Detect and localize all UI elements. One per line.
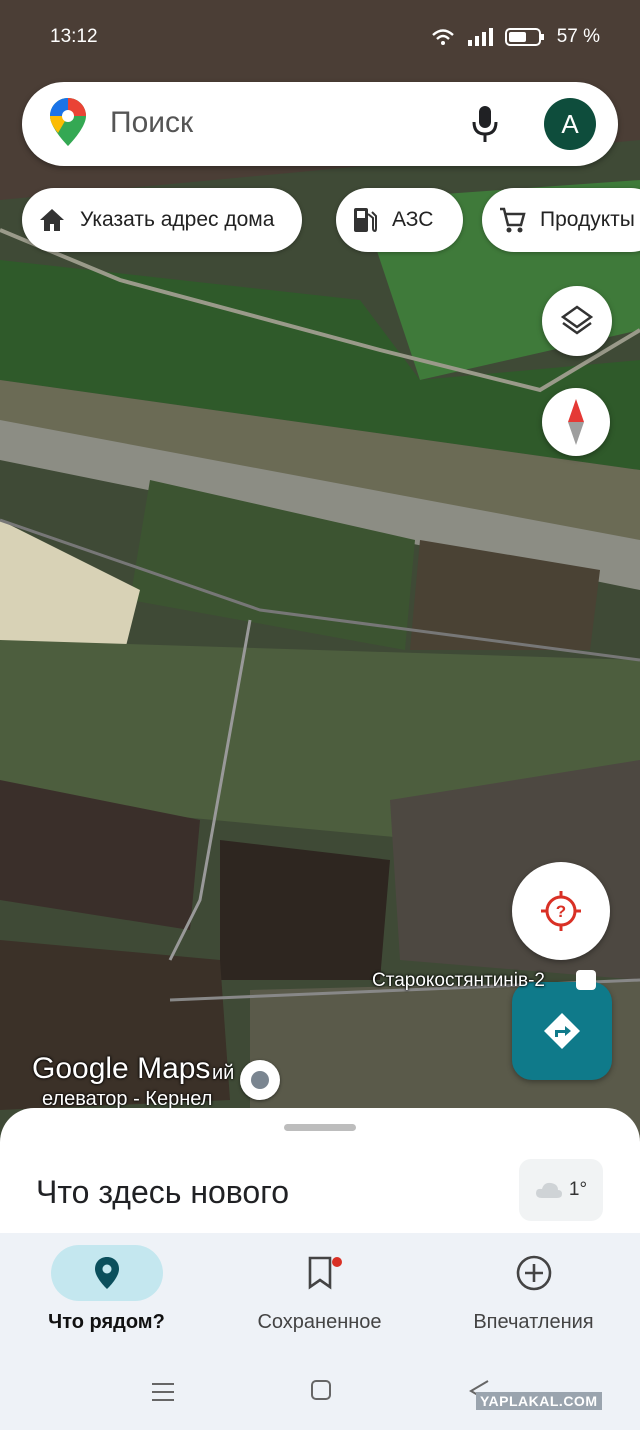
- recent-apps-icon[interactable]: [150, 1381, 176, 1403]
- nav-label: Что рядом?: [48, 1311, 165, 1333]
- signal-icon: [467, 28, 493, 46]
- nav-contribute[interactable]: Впечатления: [427, 1233, 640, 1353]
- poi-marker-icon[interactable]: [240, 1060, 280, 1100]
- place-label[interactable]: Старокостянтинів-2: [372, 970, 545, 992]
- home-nav-icon[interactable]: [310, 1379, 332, 1401]
- train-station-icon[interactable]: [576, 970, 596, 990]
- bottom-sheet[interactable]: Что здесь нового 1°: [0, 1108, 640, 1248]
- layers-icon: [560, 305, 594, 335]
- nav-label: Впечатления: [473, 1311, 594, 1333]
- cart-icon: [500, 207, 526, 233]
- status-time: 13:12: [50, 26, 98, 47]
- battery-icon: [504, 28, 544, 46]
- gas-station-icon: [354, 208, 377, 233]
- compass-button[interactable]: [542, 388, 610, 456]
- chip-label: Продукты: [540, 208, 635, 231]
- directions-button[interactable]: [512, 982, 612, 1080]
- status-bar: 13:12 57 %: [0, 0, 640, 70]
- search-input[interactable]: Поиск: [110, 106, 193, 140]
- weather-chip[interactable]: 1°: [519, 1159, 603, 1221]
- location-unknown-icon: ?: [541, 891, 581, 931]
- cloud-icon: [535, 1182, 562, 1198]
- google-maps-watermark: Google Maps: [32, 1052, 211, 1085]
- search-bar[interactable]: Поиск A: [22, 82, 618, 166]
- compass-icon: [568, 399, 584, 445]
- chip-home-address[interactable]: Указать адрес дома: [22, 188, 303, 252]
- bottom-navigation: Что рядом? Сохраненное Впечатления: [0, 1233, 640, 1353]
- nav-explore[interactable]: Что рядом?: [0, 1233, 213, 1353]
- sheet-title: Что здесь нового: [36, 1174, 289, 1210]
- google-maps-logo-icon: [50, 98, 86, 146]
- svg-text:?: ?: [556, 902, 566, 921]
- battery-percent: 57 %: [556, 26, 600, 47]
- chip-label: АЗС: [392, 208, 434, 231]
- chip-groceries[interactable]: Продукты: [482, 188, 640, 252]
- nav-label: Сохраненное: [257, 1311, 382, 1333]
- site-watermark: YAPLAKAL.COM: [476, 1392, 602, 1410]
- notification-dot: [331, 1257, 342, 1267]
- weather-temp: 1°: [568, 1179, 588, 1200]
- chip-gas-station[interactable]: АЗС: [336, 188, 464, 252]
- chip-label: Указать адрес дома: [80, 208, 275, 231]
- poi-label-partial: ий: [212, 1062, 235, 1084]
- directions-icon: [544, 1013, 580, 1049]
- account-avatar[interactable]: A: [544, 98, 596, 150]
- layers-button[interactable]: [542, 286, 612, 356]
- microphone-icon[interactable]: [470, 104, 500, 144]
- my-location-button[interactable]: ?: [512, 862, 610, 960]
- nav-saved[interactable]: Сохраненное: [213, 1233, 426, 1353]
- bookmark-icon: [308, 1256, 331, 1290]
- drag-handle[interactable]: [284, 1124, 356, 1131]
- pin-icon: [94, 1257, 119, 1289]
- home-icon: [40, 209, 64, 231]
- add-circle-icon: [516, 1255, 551, 1291]
- wifi-icon: [431, 29, 454, 45]
